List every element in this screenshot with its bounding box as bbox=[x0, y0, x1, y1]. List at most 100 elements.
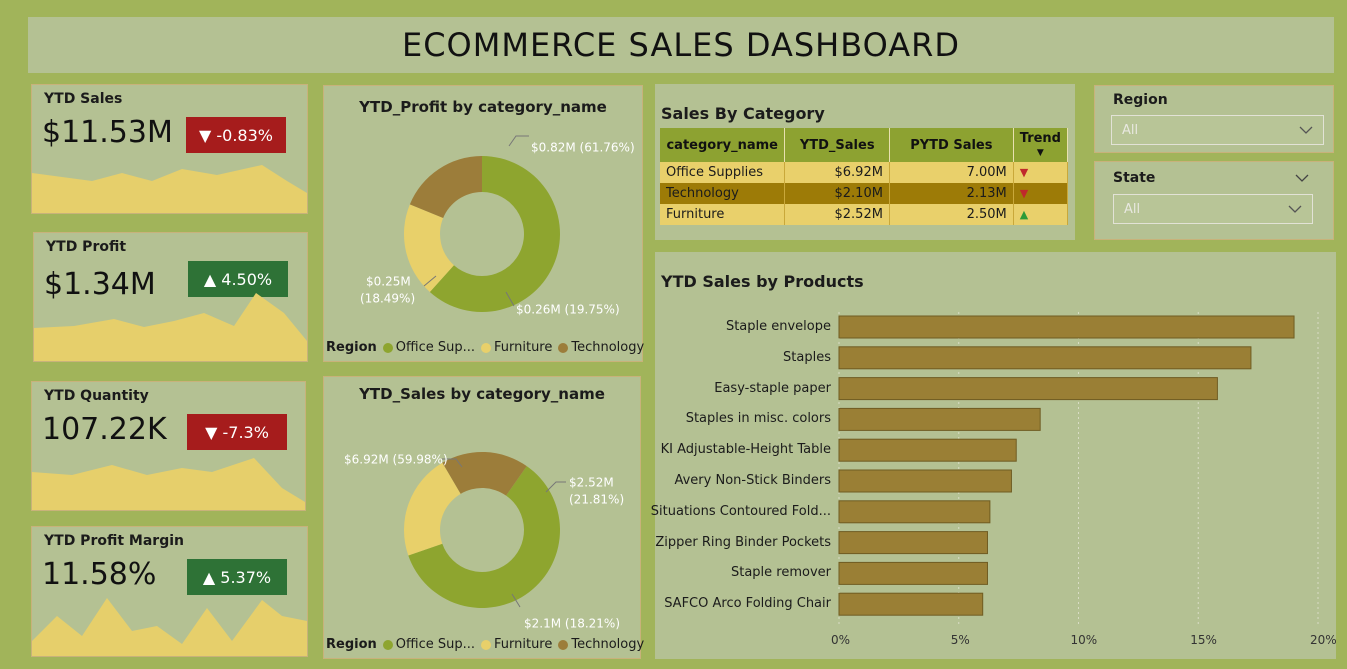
column-header[interactable]: PYTD Sales bbox=[889, 128, 1014, 162]
legend-item-technology[interactable]: Technology bbox=[558, 637, 644, 652]
trend-down-icon: ▼ bbox=[1019, 187, 1029, 200]
margin-sparkline bbox=[32, 598, 307, 656]
cell-pytd-sales: 2.50M bbox=[889, 204, 1014, 225]
bar-category-label: SAFCO Arco Folding Chair bbox=[664, 596, 831, 612]
column-header[interactable]: Trend ▼ bbox=[1013, 128, 1069, 162]
trend-down-icon: ▼ bbox=[1019, 166, 1029, 179]
column-header[interactable]: category_name bbox=[660, 128, 786, 162]
kpi-card-quantity: YTD Quantity 107.22K ▼ -7.3% bbox=[31, 381, 306, 511]
quantity-sparkline bbox=[32, 458, 305, 510]
table-row[interactable]: Furniture $2.52M 2.50M ▲ bbox=[660, 204, 1069, 225]
bar-category-label: KI Adjustable-Height Table bbox=[660, 442, 831, 458]
slicer-title: Region bbox=[1113, 92, 1168, 108]
x-tick-label: 5% bbox=[950, 633, 970, 647]
x-tick-label: 0% bbox=[831, 633, 851, 647]
profit-sparkline bbox=[34, 293, 307, 361]
kpi-title: YTD Sales bbox=[44, 91, 123, 107]
chevron-down-icon bbox=[1288, 199, 1302, 223]
profit-donut-panel: YTD_Profit by category_name $0.82M (61.7… bbox=[323, 85, 644, 362]
legend-label: Technology bbox=[571, 637, 645, 652]
kpi-card-profit-margin: YTD Profit Margin 11.58% ▲ 5.37% bbox=[31, 526, 308, 657]
bar-category-label: Staples in misc. colors bbox=[685, 411, 831, 427]
dashboard-title: ECOMMERCE SALES DASHBOARD bbox=[401, 26, 960, 64]
cell-category: Furniture bbox=[660, 204, 786, 225]
dropdown-value: All bbox=[1124, 202, 1141, 217]
chart-legend: Region Office Sup... Furniture Technolog… bbox=[326, 340, 644, 355]
slice-label: (21.81%) bbox=[569, 493, 624, 507]
cell-trend: ▼ bbox=[1013, 183, 1069, 204]
slicer-title: State bbox=[1113, 170, 1156, 186]
sales-donut-panel: YTD_Sales by category_name $6.92M (59.98… bbox=[323, 376, 644, 659]
legend-title: Region bbox=[326, 340, 377, 355]
kpi-change-badge: ▲ 5.37% bbox=[187, 559, 287, 595]
bar-6[interactable] bbox=[838, 500, 991, 524]
legend-dot-icon bbox=[481, 639, 491, 650]
legend-item-office[interactable]: Office Sup... bbox=[382, 340, 475, 355]
kpi-title: YTD Profit Margin bbox=[44, 533, 184, 549]
cell-pytd-sales: 7.00M bbox=[889, 162, 1014, 183]
bar-1[interactable] bbox=[838, 346, 1252, 370]
bar-2[interactable] bbox=[838, 377, 1218, 401]
bar-5[interactable] bbox=[838, 469, 1012, 493]
kpi-value: 11.58% bbox=[42, 557, 157, 592]
legend-item-office[interactable]: Office Sup... bbox=[382, 637, 475, 652]
state-dropdown[interactable]: All bbox=[1113, 194, 1313, 224]
bar-4[interactable] bbox=[838, 438, 1017, 462]
x-tick-label: 10% bbox=[1070, 633, 1098, 647]
donut-slice-technology[interactable] bbox=[409, 156, 482, 219]
legend-dot-icon bbox=[481, 342, 491, 353]
sales-sparkline bbox=[32, 165, 307, 213]
sales-donut-chart: $6.92M (59.98%) $2.52M (21.81%) $2.1M (1… bbox=[344, 452, 624, 631]
region-dropdown[interactable]: All bbox=[1111, 115, 1324, 145]
kpi-card-sales: YTD Sales $11.53M ▼ -0.83% bbox=[31, 84, 308, 214]
table-title: Sales By Category bbox=[661, 104, 825, 123]
legend-dot-icon bbox=[558, 342, 569, 353]
chevron-down-icon bbox=[1299, 120, 1313, 144]
cell-trend: ▼ bbox=[1013, 162, 1069, 183]
kpi-value: $11.53M bbox=[42, 115, 173, 150]
kpi-title: YTD Profit bbox=[46, 239, 127, 255]
chevron-down-icon[interactable] bbox=[1295, 170, 1309, 189]
slice-label: $0.26M (19.75%) bbox=[516, 303, 620, 317]
legend-title: Region bbox=[326, 637, 377, 652]
legend-dot-icon bbox=[382, 639, 393, 650]
category-table: category_name YTD_Sales PYTD Sales Trend… bbox=[660, 128, 1069, 225]
cell-category: Technology bbox=[660, 183, 786, 204]
legend-label: Office Sup... bbox=[395, 637, 475, 652]
profit-donut-chart: $0.82M (61.76%) $0.26M (19.75%) $0.25M (… bbox=[360, 135, 635, 317]
bar-7[interactable] bbox=[838, 531, 988, 555]
bar-0[interactable] bbox=[838, 315, 1295, 339]
x-tick-label: 20% bbox=[1310, 633, 1337, 647]
table-row[interactable]: Office Supplies $6.92M 7.00M ▼ bbox=[660, 162, 1069, 183]
table-row[interactable]: Technology $2.10M 2.13M ▼ bbox=[660, 183, 1069, 204]
slice-label: $6.92M (59.98%) bbox=[344, 453, 448, 467]
legend-item-furniture[interactable]: Furniture bbox=[481, 340, 552, 355]
cell-ytd-sales: $6.92M bbox=[784, 162, 890, 183]
chart-title: YTD_Sales by category_name bbox=[359, 385, 605, 403]
kpi-title: YTD Quantity bbox=[44, 388, 149, 404]
slice-label: $2.52M bbox=[569, 476, 614, 490]
cell-pytd-sales: 2.13M bbox=[889, 183, 1014, 204]
region-slicer: Region All bbox=[1094, 85, 1334, 153]
legend-dot-icon bbox=[558, 639, 569, 650]
dashboard-title-bar: ECOMMERCE SALES DASHBOARD bbox=[28, 17, 1334, 73]
cell-trend: ▲ bbox=[1013, 204, 1069, 225]
bar-9[interactable] bbox=[838, 592, 984, 616]
bar-8[interactable] bbox=[838, 561, 988, 585]
bar-category-label: Situations Contoured Fold... bbox=[650, 503, 831, 519]
state-slicer: State All bbox=[1094, 161, 1334, 240]
products-bar-panel: YTD Sales by Products Staple envelope Sta… bbox=[651, 252, 1337, 659]
chart-legend: Region Office Sup... Furniture Technolog… bbox=[326, 637, 644, 652]
bar-category-label: Staples bbox=[783, 349, 831, 365]
chart-title: YTD_Profit by category_name bbox=[359, 98, 607, 116]
category-table-panel: Sales By Category category_name YTD_Sale… bbox=[655, 84, 1075, 240]
legend-item-furniture[interactable]: Furniture bbox=[481, 637, 552, 652]
legend-label: Office Sup... bbox=[395, 340, 475, 355]
kpi-change-badge: ▼ -0.83% bbox=[186, 117, 286, 153]
slice-label: $0.82M (61.76%) bbox=[531, 141, 635, 155]
bar-3[interactable] bbox=[838, 407, 1041, 431]
column-header[interactable]: YTD_Sales bbox=[784, 128, 890, 162]
kpi-value: 107.22K bbox=[42, 412, 167, 447]
bar-category-label: Easy-staple paper bbox=[714, 380, 831, 396]
sort-desc-icon: ▼ bbox=[1036, 148, 1044, 158]
